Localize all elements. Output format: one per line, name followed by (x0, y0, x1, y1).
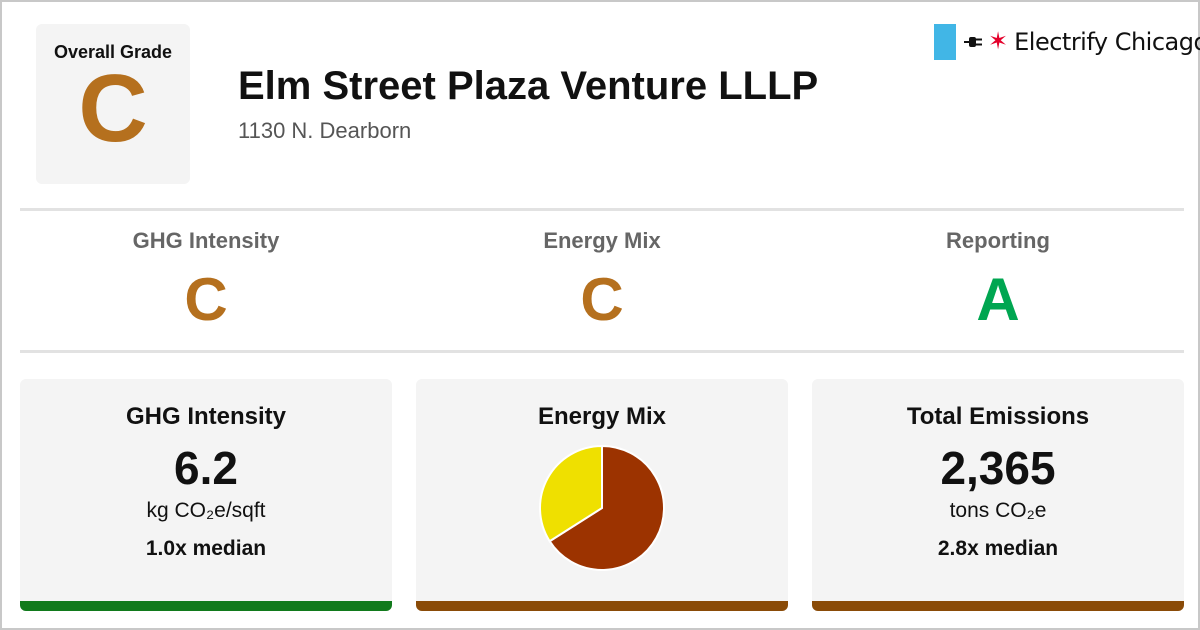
overall-grade-box: Overall Grade C (36, 24, 190, 184)
card-median: 1.0x median (145, 537, 267, 560)
energy-mix-pie-chart (537, 443, 667, 573)
card-value: 2,365 (940, 442, 1056, 494)
card-energy-mix: Energy Mix (416, 379, 788, 611)
divider-bottom (20, 350, 1184, 353)
grade-ghg-intensity: GHG Intensity C (20, 228, 392, 330)
card-status-bar (20, 601, 392, 611)
share-card: Overall Grade C Elm Street Plaza Venture… (0, 0, 1200, 630)
card-total-emissions: Total Emissions 2,365 tons CO₂e 2.8x med… (812, 379, 1184, 611)
flag-stripe-icon (934, 24, 956, 60)
grade-label: GHG Intensity (132, 228, 280, 253)
pie-svg (539, 444, 665, 571)
card-ghg-intensity: GHG Intensity 6.2 kg CO₂e/sqft 1.0x medi… (20, 379, 392, 611)
card-title: Total Emissions (906, 403, 1090, 430)
star-icon: ✶ (988, 28, 1009, 55)
grade-value: C (580, 266, 624, 333)
card-median: 2.8x median (937, 537, 1059, 560)
building-address: 1130 N. Dearborn (238, 118, 412, 143)
card-unit: tons CO₂e (949, 499, 1047, 522)
grade-reporting: Reporting A (812, 228, 1184, 330)
plug-icon (964, 37, 982, 47)
divider-top (20, 208, 1184, 211)
grade-label: Energy Mix (543, 228, 661, 253)
card-unit: kg CO₂e/sqft (146, 499, 266, 522)
overall-grade-value: C (78, 55, 148, 162)
brand-logo[interactable]: ✶ Electrify Chicago (934, 24, 1200, 60)
card-title: Energy Mix (537, 403, 667, 430)
card-status-bar (812, 601, 1184, 611)
building-name: Elm Street Plaza Venture LLLP (238, 64, 819, 108)
card-title: GHG Intensity (125, 403, 287, 430)
grade-label: Reporting (946, 228, 1050, 253)
card-value: 6.2 (174, 442, 238, 494)
grade-value: C (184, 266, 228, 333)
brand-name: Electrify Chicago (1014, 28, 1200, 56)
card-status-bar (416, 601, 788, 611)
grade-energy-mix: Energy Mix C (416, 228, 788, 330)
grade-value: A (976, 266, 1020, 333)
